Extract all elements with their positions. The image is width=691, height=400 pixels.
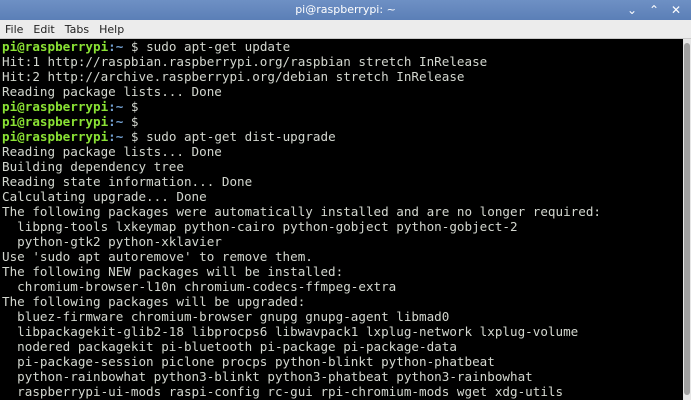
- output-line: Hit:1 http://raspbian.raspberrypi.org/ra…: [2, 54, 488, 69]
- output-line: The following packages will be upgraded:: [2, 294, 306, 309]
- minimize-icon[interactable]: ⌄: [623, 1, 641, 19]
- prompt-user: pi@raspberrypi: [2, 129, 109, 144]
- output-line: Building dependency tree: [2, 159, 184, 174]
- prompt-separator: :: [108, 114, 116, 129]
- output-line: The following NEW packages will be insta…: [2, 264, 344, 279]
- prompt-separator: :: [108, 129, 116, 144]
- prompt-symbol: $: [123, 114, 147, 129]
- prompt-user: pi@raspberrypi: [2, 39, 109, 54]
- output-line: python-gtk2 python-xklavier: [2, 234, 222, 249]
- output-line: pi-package-session piclone procps python…: [2, 354, 495, 369]
- window-title: pi@raspberrypi: ~: [295, 3, 396, 16]
- output-line: Reading package lists... Done: [2, 84, 222, 99]
- menu-tabs[interactable]: Tabs: [60, 23, 94, 36]
- window-controls: ⌄ ⌃ ✕: [623, 1, 685, 19]
- output-line: The following packages were automaticall…: [2, 204, 601, 219]
- output-line: python-rainbowhat python3-blinkt python3…: [2, 369, 533, 384]
- terminal-lines: pi@raspberrypi:~ $ sudo apt-get update Hi…: [2, 39, 601, 399]
- close-icon[interactable]: ✕: [667, 1, 685, 19]
- prompt-separator: :: [108, 99, 116, 114]
- output-line: Reading state information... Done: [2, 174, 253, 189]
- output-line: Hit:2 http://archive.raspberrypi.org/deb…: [2, 69, 465, 84]
- prompt-line: pi@raspberrypi:~ $ sudo apt-get dist-upg…: [2, 129, 601, 144]
- menu-edit[interactable]: Edit: [28, 23, 59, 36]
- output-line: Calculating upgrade... Done: [2, 189, 207, 204]
- prompt-user: pi@raspberrypi: [2, 99, 109, 114]
- output-line: libpackagekit-glib2-18 libprocps6 libwav…: [2, 324, 579, 339]
- output-line: raspberrypi-ui-mods raspi-config rc-gui …: [2, 384, 564, 399]
- prompt-line: pi@raspberrypi:~ $ sudo apt-get update: [2, 39, 601, 54]
- output-line: chromium-browser-l10n chromium-codecs-ff…: [2, 279, 397, 294]
- output-line: Use 'sudo apt autoremove' to remove them…: [2, 249, 313, 264]
- output-line: libpng-tools lxkeymap python-cairo pytho…: [2, 219, 518, 234]
- menu-help[interactable]: Help: [94, 23, 129, 36]
- prompt-symbol: $: [123, 99, 147, 114]
- prompt-symbol: $: [123, 129, 147, 144]
- output-line: bluez-firmware chromium-browser gnupg gn…: [2, 309, 450, 324]
- prompt-user: pi@raspberrypi: [2, 114, 109, 129]
- output-line: Reading package lists... Done: [2, 144, 222, 159]
- prompt-separator: :: [108, 39, 116, 54]
- prompt-line: pi@raspberrypi:~ $: [2, 99, 601, 114]
- scrollbar[interactable]: [683, 39, 691, 400]
- terminal-output[interactable]: pi@raspberrypi:~ $ sudo apt-get update Hi…: [0, 39, 683, 400]
- title-bar[interactable]: pi@raspberrypi: ~ ⌄ ⌃ ✕: [0, 0, 691, 20]
- command-text: sudo apt-get dist-upgrade: [146, 129, 336, 144]
- prompt-symbol: $: [123, 39, 147, 54]
- command-text: sudo apt-get update: [146, 39, 291, 54]
- menu-file[interactable]: File: [0, 23, 28, 36]
- output-line: nodered packagekit pi-bluetooth pi-packa…: [2, 339, 457, 354]
- menu-bar: File Edit Tabs Help: [0, 20, 691, 39]
- terminal-window: pi@raspberrypi: ~ ⌄ ⌃ ✕ File Edit Tabs H…: [0, 0, 691, 400]
- scrollbar-thumb[interactable]: [684, 43, 690, 395]
- prompt-line: pi@raspberrypi:~ $: [2, 114, 601, 129]
- maximize-icon[interactable]: ⌃: [645, 1, 663, 19]
